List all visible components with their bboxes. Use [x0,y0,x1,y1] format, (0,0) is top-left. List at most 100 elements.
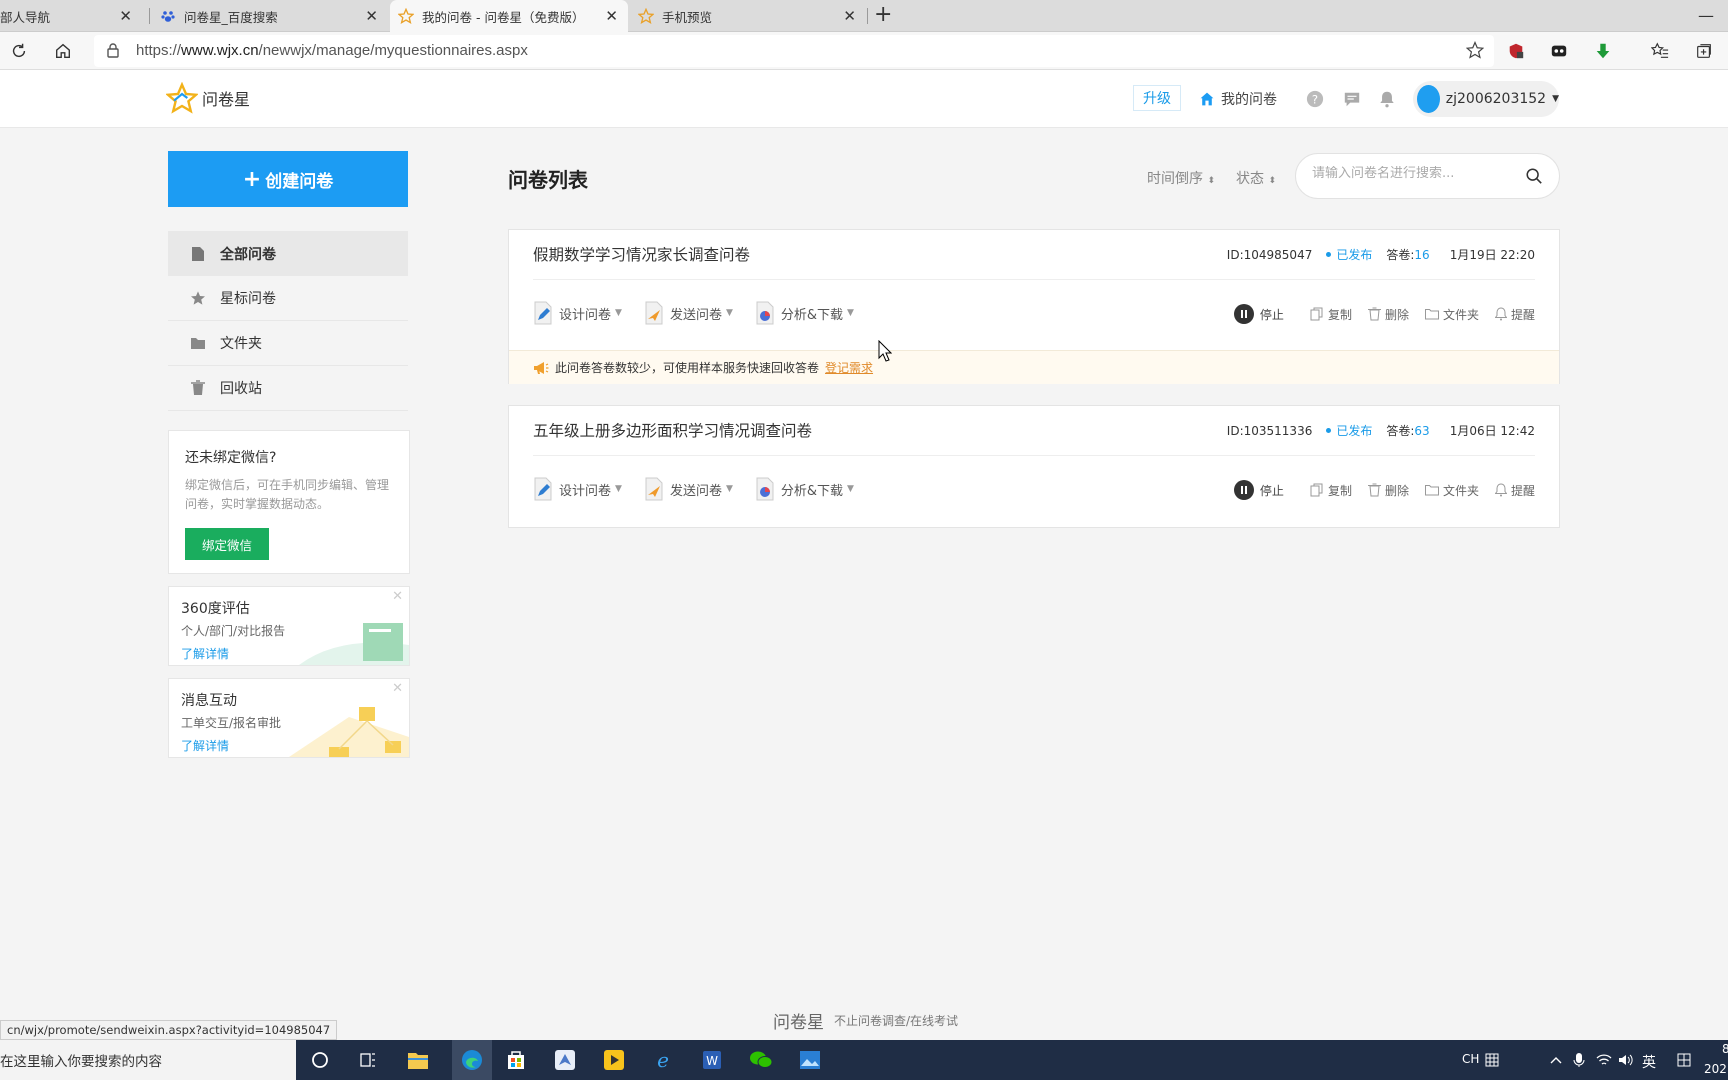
stop-label: 停止 [1259,483,1284,498]
ie-browser-icon[interactable]: e [649,1046,677,1074]
folder-icon [1424,485,1439,496]
divider [533,455,1535,456]
wechat-icon[interactable] [747,1046,775,1074]
input-language[interactable]: 英 [1642,1052,1656,1072]
answer-count[interactable]: 答卷:16 [1386,246,1429,263]
move-folder-button[interactable]: 文件夹 [1424,482,1479,499]
word-icon[interactable]: W [698,1046,726,1074]
new-tab-button[interactable]: + [874,2,892,27]
collections-icon[interactable] [1693,40,1715,62]
filter-status-button[interactable]: 状态 ⬍ [1236,168,1276,188]
task-view-icon[interactable] [354,1046,382,1074]
analyze-download-button[interactable]: 分析&下载 ▼ [755,301,854,325]
store-icon[interactable] [502,1046,530,1074]
delete-button[interactable]: 删除 [1367,306,1409,323]
app-bird-icon[interactable] [551,1046,579,1074]
close-icon[interactable]: ✕ [365,7,378,25]
search-input[interactable] [1312,166,1512,181]
extension-shield-icon[interactable] [1505,40,1527,62]
tab-mobile-preview[interactable]: 手机预览 ✕ [630,0,866,32]
close-icon[interactable]: ✕ [843,7,856,25]
taskbar-search-box[interactable]: 在这里输入你要搜索的内容 [0,1040,296,1080]
register-demand-link[interactable]: 登记需求 [825,359,873,376]
sort-by-time-button[interactable]: 时间倒序 ⬍ [1147,168,1215,188]
url-field[interactable]: https://www.wjx.cn/newwjx/manage/myquest… [94,35,1494,67]
sidebar-item-all[interactable]: 全部问卷 [168,231,408,276]
promo-card-360[interactable]: 360度评估 个人/部门/对比报告 了解详情 ✕ [168,586,410,666]
delete-button[interactable]: 删除 [1367,482,1409,499]
analyze-download-button[interactable]: 分析&下载 ▼ [755,477,854,501]
download-icon[interactable] [1592,40,1614,62]
promo-card-message[interactable]: 消息互动 工单交互/报名审批 了解详情 ✕ [168,678,410,758]
clock-time[interactable]: 8 [1722,1042,1728,1056]
photos-icon[interactable] [796,1046,824,1074]
search-icon[interactable] [1525,167,1543,189]
remind-button[interactable]: 提醒 [1494,306,1535,323]
send-questionnaire-button[interactable]: 发送问卷 ▼ [644,301,733,325]
sidebar-item-trash[interactable]: 回收站 [168,366,408,411]
page-title: 问卷列表 [508,168,588,192]
move-folder-button[interactable]: 文件夹 [1424,306,1479,323]
remind-button[interactable]: 提醒 [1494,482,1535,499]
extension-mask-icon[interactable] [1548,40,1570,62]
bell-icon [1494,307,1507,321]
design-questionnaire-button[interactable]: 设计问卷 ▼ [533,477,622,501]
ime-mode-icon[interactable] [1670,1046,1698,1074]
close-icon[interactable]: ✕ [119,7,132,25]
questionnaire-time: 1月06日 12:42 [1449,424,1535,438]
questionnaire-card: 假期数学学习情况家长调查问卷 ID:104985047 已发布 答卷:16 1月… [508,229,1560,384]
analyze-chart-icon [756,477,774,501]
design-questionnaire-button[interactable]: 设计问卷 ▼ [533,301,622,325]
bell-icon[interactable] [1378,90,1396,108]
copy-button[interactable]: 复制 [1310,482,1352,499]
close-icon[interactable]: ✕ [605,7,618,25]
edge-browser-icon[interactable] [452,1040,492,1080]
home-icon[interactable] [52,40,74,62]
message-icon[interactable] [1343,90,1361,108]
send-questionnaire-button[interactable]: 发送问卷 ▼ [644,477,733,501]
folder-icon [1424,309,1439,320]
clock-date[interactable]: 202 [1704,1062,1727,1076]
send-label: 发送问卷 [669,307,722,323]
answer-count[interactable]: 答卷:63 [1386,422,1429,439]
questionnaire-meta: ID:104985047 已发布 答卷:16 1月19日 22:20 [1227,246,1535,263]
favorite-star-icon[interactable] [1465,40,1485,63]
cortana-icon[interactable] [306,1046,334,1074]
wechat-bind-card: 还未绑定微信? 绑定微信后，可在手机同步编辑、管理问卷，实时掌握数据动态。 绑定… [168,430,410,574]
stop-button[interactable]: 停止 [1233,480,1284,500]
user-menu[interactable]: zj2006203152 ▼ [1413,81,1559,117]
status-bar-url: cn/wjx/promote/sendweixin.aspx?activityi… [0,1020,338,1040]
copy-label: 复制 [1327,483,1352,498]
tab-my-questionnaires[interactable]: 我的问卷 - 问卷星（免费版） ✕ [390,0,628,32]
create-questionnaire-button[interactable]: + 创建问卷 [168,151,408,207]
minimize-button[interactable]: — [1698,6,1714,25]
copy-button[interactable]: 复制 [1310,306,1352,323]
home-icon [1200,92,1214,106]
document-icon [190,246,206,262]
bind-wechat-button[interactable]: 绑定微信 [185,528,269,560]
send-plane-icon [645,477,663,501]
help-icon[interactable]: ? [1306,90,1324,108]
questionnaire-title[interactable]: 五年级上册多边形面积学习情况调查问卷 [533,419,812,441]
tab-navigation[interactable]: 部人导航 ✕ [0,0,142,32]
ime-indicator[interactable]: CH [1462,1052,1479,1066]
sidebar-item-folder[interactable]: 文件夹 [168,321,408,366]
sidebar-item-starred[interactable]: 星标问卷 [168,276,408,321]
favorites-icon[interactable] [1649,40,1671,62]
questionnaire-title[interactable]: 假期数学学习情况家长调查问卷 [533,243,750,265]
close-icon[interactable]: ✕ [392,681,403,696]
tab-baidu-search[interactable]: 问卷星_百度搜索 ✕ [152,0,388,32]
keyboard-grid-icon[interactable] [1478,1046,1506,1074]
site-logo[interactable]: 问卷星 [166,82,250,114]
microphone-icon[interactable] [1565,1046,1593,1074]
upgrade-button[interactable]: 升级 [1133,85,1181,111]
chevron-down-icon: ▼ [1552,94,1559,104]
my-questionnaires-link[interactable]: 我的问卷 [1199,89,1277,109]
stop-button[interactable]: 停止 [1233,304,1284,324]
file-explorer-icon[interactable] [404,1046,432,1074]
close-icon[interactable]: ✕ [392,589,403,604]
tab-label: 手机预览 [662,9,713,25]
volume-icon[interactable] [1612,1046,1640,1074]
refresh-icon[interactable] [8,40,30,62]
media-player-icon[interactable] [600,1046,628,1074]
